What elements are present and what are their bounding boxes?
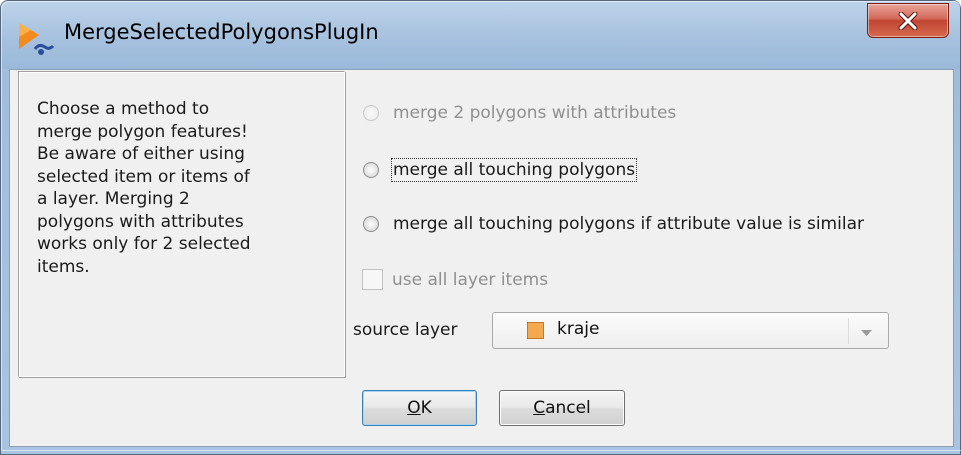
option-merge-2-polygons: merge 2 polygons with attributes [363, 103, 676, 123]
combo-divider [848, 318, 849, 344]
ok-label-rest: K [420, 398, 432, 418]
source-layer-label: source layer [353, 320, 458, 340]
source-layer-value: kraje [557, 319, 600, 339]
close-button[interactable] [867, 3, 949, 38]
cancel-button[interactable]: Cancel [499, 390, 625, 426]
radio-merge-all-touching[interactable] [363, 162, 379, 178]
title-bar[interactable]: MergeSelectedPolygonsPlugIn [1, 1, 960, 69]
checkbox-label: use all layer items [392, 269, 549, 290]
cancel-label-rest: ancel [545, 398, 591, 418]
option-label[interactable]: merge all touching polygons [390, 158, 638, 182]
description-text: Choose a method to merge polygon feature… [37, 99, 251, 277]
window-title: MergeSelectedPolygonsPlugIn [64, 20, 379, 44]
dialog-window: MergeSelectedPolygonsPlugIn Choose a met… [0, 0, 961, 455]
chevron-down-icon[interactable] [861, 330, 872, 336]
use-all-layer-items-checkbox [362, 269, 383, 290]
option-label[interactable]: merge all touching polygons if attribute… [393, 214, 864, 234]
cancel-mnemonic: C [533, 398, 546, 418]
option-label: merge 2 polygons with attributes [393, 103, 677, 123]
radio-merge-touching-similar[interactable] [363, 216, 379, 232]
plugin-app-icon [19, 23, 55, 55]
layer-color-swatch [527, 322, 544, 339]
ok-button[interactable]: OK [362, 390, 477, 426]
option-merge-touching-similar[interactable]: merge all touching polygons if attribute… [363, 214, 864, 234]
ok-mnemonic: O [407, 398, 421, 418]
option-merge-all-touching[interactable]: merge all touching polygons [363, 158, 638, 182]
close-icon [898, 11, 918, 30]
radio-merge-2-polygons [363, 105, 379, 121]
source-layer-select[interactable]: kraje [492, 312, 889, 349]
use-all-layer-items-checkbox-row: use all layer items [362, 269, 548, 290]
